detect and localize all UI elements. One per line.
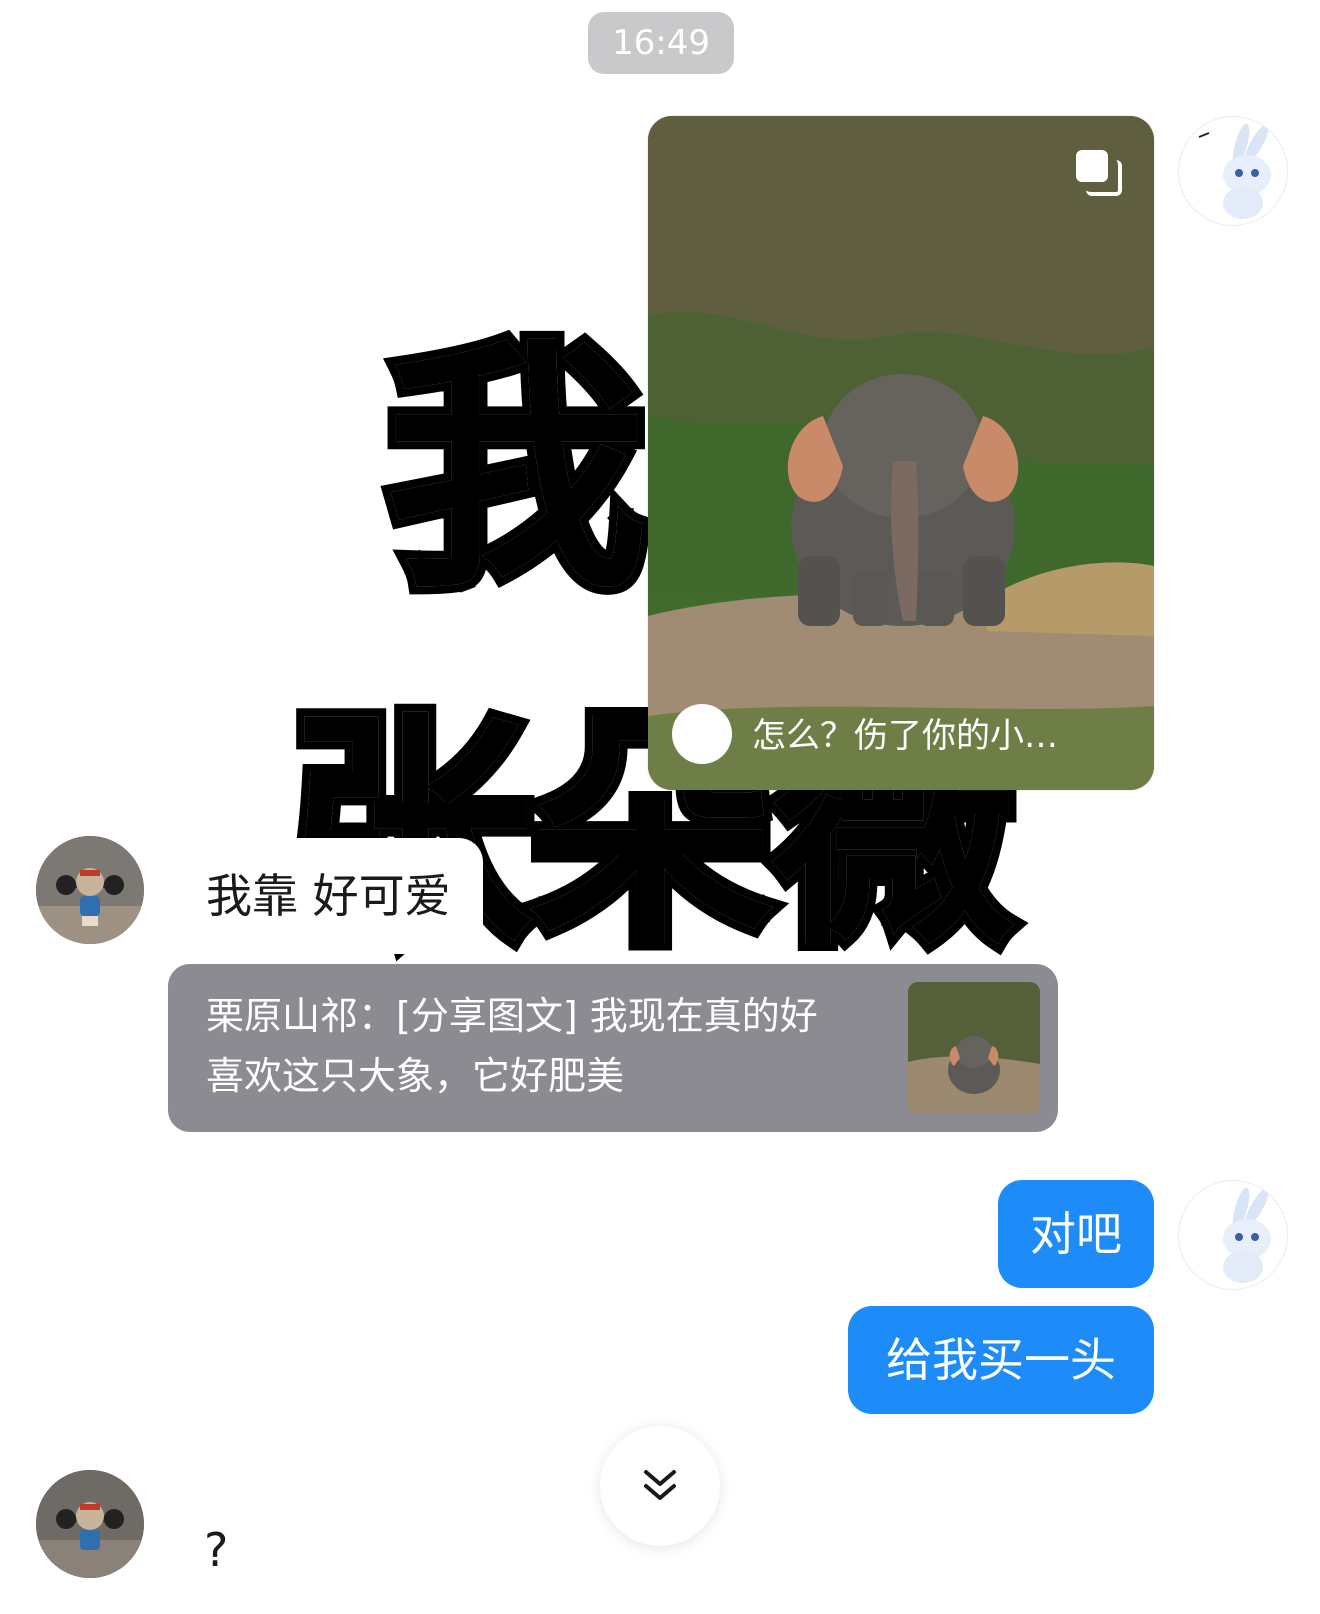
shared-post-card[interactable]: 怎么？伤了你的小… [648,116,1154,790]
message-text: 对吧 [1030,1207,1122,1261]
post-author-avatar [672,704,732,764]
dog-figurine-avatar-icon [36,1470,144,1578]
contact-avatar[interactable] [36,1470,144,1578]
dog-figurine-avatar-icon [36,836,144,944]
multi-image-icon [1076,150,1122,196]
rabbit-avatar-icon [1198,123,1271,219]
contact-avatar[interactable] [36,836,144,944]
quote-text: 栗原山祁：[分享图文] 我现在真的好 喜欢这只大象，它好肥美 [206,994,818,1098]
message-timestamp: 16:49 [588,12,734,74]
elephant-photo [648,116,1154,790]
quote-thumbnail [908,982,1040,1114]
message-bubble-sent[interactable]: 给我买一头 [848,1306,1154,1414]
scroll-to-bottom-button[interactable] [600,1426,720,1546]
message-text: 给我买一头 [886,1333,1116,1387]
message-bubble-received[interactable]: ? [174,1496,259,1604]
message-bubble-received[interactable]: 我靠 好可爱 [174,838,483,954]
rabbit-avatar-icon [1223,1187,1271,1283]
message-text: 我靠 好可爱 [206,869,451,923]
my-avatar[interactable] [1178,1180,1288,1290]
quoted-shared-post[interactable]: 栗原山祁：[分享图文] 我现在真的好 喜欢这只大象，它好肥美 [168,964,1058,1132]
double-chevron-down-icon [644,1470,676,1500]
message-bubble-sent[interactable]: 对吧 [998,1180,1154,1288]
message-text: ? [204,1523,229,1577]
post-caption: 怎么？伤了你的小… [752,716,1058,756]
my-avatar[interactable] [1178,116,1288,226]
